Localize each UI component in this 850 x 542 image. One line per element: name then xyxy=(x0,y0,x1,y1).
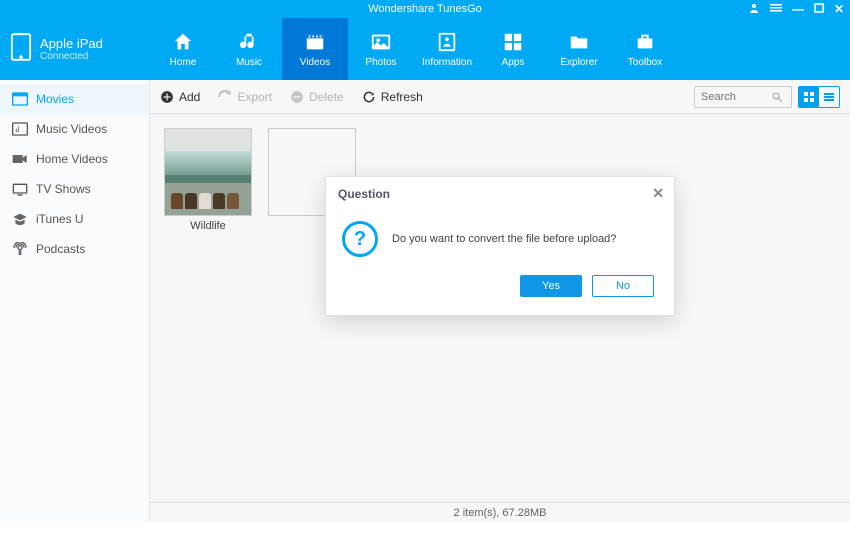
question-icon: ? xyxy=(342,221,378,257)
device-status: Connected xyxy=(40,51,103,62)
device-ipad-icon xyxy=(10,32,32,67)
tab-videos[interactable]: Videos xyxy=(282,18,348,80)
minimize-icon[interactable]: — xyxy=(792,2,804,16)
dialog-message: Do you want to convert the file before u… xyxy=(392,233,616,245)
sidebar-item-itunes-u[interactable]: iTunes U xyxy=(0,204,149,234)
sidebar-item-label: Music Videos xyxy=(36,122,107,136)
content-area: Add Export Delete Refresh xyxy=(150,80,850,522)
sidebar-item-label: Podcasts xyxy=(36,242,85,256)
device-name: Apple iPad xyxy=(40,36,103,51)
close-icon[interactable]: ✕ xyxy=(834,2,844,16)
dialog-close-icon[interactable]: ✕ xyxy=(652,185,664,202)
sidebar: Movies Music Videos Home Videos TV Shows… xyxy=(0,80,150,522)
tab-photos[interactable]: Photos xyxy=(348,18,414,80)
sidebar-item-label: Movies xyxy=(36,92,74,106)
sidebar-item-music-videos[interactable]: Music Videos xyxy=(0,114,149,144)
tab-information[interactable]: Information xyxy=(414,18,480,80)
sidebar-item-label: Home Videos xyxy=(36,152,108,166)
sidebar-item-label: TV Shows xyxy=(36,182,91,196)
dialog-backdrop: Question ✕ ? Do you want to convert the … xyxy=(150,80,850,522)
nav-tabs: Home Music Videos Photos Information App… xyxy=(150,18,678,80)
dialog-title: Question xyxy=(338,187,390,201)
sidebar-item-podcasts[interactable]: Podcasts xyxy=(0,234,149,264)
sidebar-item-home-videos[interactable]: Home Videos xyxy=(0,144,149,174)
maximize-icon[interactable] xyxy=(814,2,824,16)
tab-toolbox[interactable]: Toolbox xyxy=(612,18,678,80)
yes-button[interactable]: Yes xyxy=(520,275,582,297)
sidebar-item-tv-shows[interactable]: TV Shows xyxy=(0,174,149,204)
question-dialog: Question ✕ ? Do you want to convert the … xyxy=(325,176,675,316)
no-button[interactable]: No xyxy=(592,275,654,297)
app-title: Wondershare TunesGo xyxy=(368,3,482,15)
tab-apps[interactable]: Apps xyxy=(480,18,546,80)
tab-music[interactable]: Music xyxy=(216,18,282,80)
device-panel[interactable]: Apple iPad Connected xyxy=(0,18,150,80)
user-icon[interactable] xyxy=(748,2,760,17)
sidebar-item-label: iTunes U xyxy=(36,212,84,226)
titlebar: Wondershare TunesGo — ✕ xyxy=(0,0,850,18)
header: Apple iPad Connected Home Music Videos P… xyxy=(0,18,850,80)
tab-home[interactable]: Home xyxy=(150,18,216,80)
menu-icon[interactable] xyxy=(770,2,782,17)
sidebar-item-movies[interactable]: Movies xyxy=(0,84,149,114)
tab-explorer[interactable]: Explorer xyxy=(546,18,612,80)
